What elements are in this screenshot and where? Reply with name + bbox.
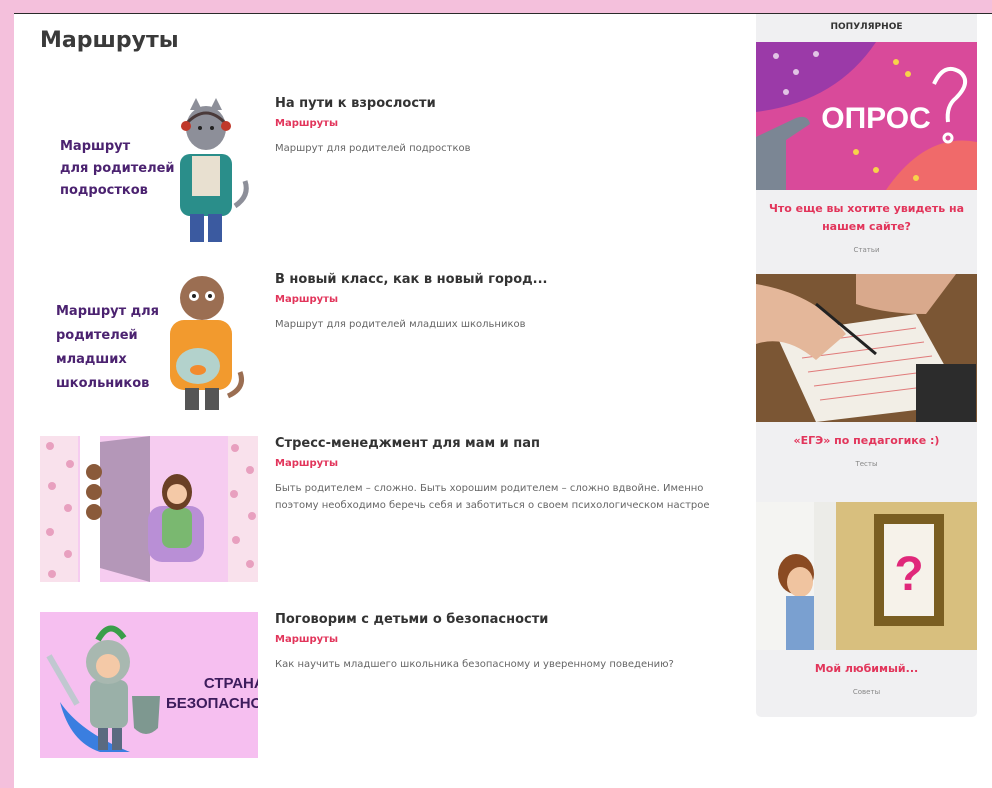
card-image[interactable]: [756, 274, 977, 422]
page-content: Маршруты Маршрут для родителей подростко…: [14, 14, 992, 788]
thumb-line: подростков: [60, 183, 148, 198]
thumb-line: Маршрут для: [56, 304, 160, 319]
popular-card[interactable]: ? Мой любимый... Советы: [756, 502, 977, 717]
card-image-text: ОПРОС: [821, 102, 931, 135]
card-category: Статьи: [853, 246, 880, 254]
article-thumbnail[interactable]: [40, 436, 258, 582]
thumb-line: Маршрут: [60, 139, 131, 154]
article-item[interactable]: Маршрут для родителей младших школьников…: [40, 272, 740, 418]
card-title-link[interactable]: «ЕГЭ» по педагогике :): [756, 432, 977, 450]
card-image[interactable]: ?: [756, 502, 977, 650]
thumb-line: родителей: [56, 328, 138, 343]
card-image-text: ?: [894, 548, 923, 601]
survey-illustration: ОПРОС: [756, 42, 977, 190]
article-description: Как научить младшего школьника безопасно…: [275, 659, 674, 670]
article-title-link[interactable]: В новый класс, как в новый город...: [275, 272, 547, 287]
article-title-link[interactable]: На пути к взрослости: [275, 96, 436, 111]
article-thumbnail[interactable]: Маршрут для родителей младших школьников: [40, 272, 258, 418]
thumb-line: для родителей: [60, 161, 175, 176]
popular-card[interactable]: ОПРОС Что еще вы хотите увидеть на нашем…: [756, 42, 977, 274]
article-description: Маршрут для родителей подростков: [275, 143, 471, 154]
sidebar-heading: ПОПУЛЯРНОЕ: [830, 22, 903, 32]
article-title-link[interactable]: Стресс-менеджмент для мам и пап: [275, 436, 540, 451]
card-image[interactable]: ОПРОС: [756, 42, 977, 190]
thumb-line: младших: [56, 352, 127, 367]
popular-card[interactable]: «ЕГЭ» по педагогике :) Тесты: [756, 274, 977, 488]
mom-in-chair-illustration: [40, 436, 258, 582]
article-category-link[interactable]: Маршруты: [275, 458, 338, 469]
popular-sidebar: ПОПУЛЯРНОЕ ОПРОС Что еще вы хотите увиде…: [756, 14, 977, 717]
article-category-link[interactable]: Маршруты: [275, 294, 338, 305]
article-thumbnail[interactable]: Маршрут для родителей подростков: [40, 96, 258, 242]
article-category-link[interactable]: Маршруты: [275, 634, 338, 645]
thumb-line: БЕЗОПАСНОСТИ: [166, 695, 258, 712]
exam-photo: [756, 274, 977, 422]
card-category: Советы: [852, 688, 881, 696]
article-category-link[interactable]: Маршруты: [275, 118, 338, 129]
page-title: Маршруты: [40, 28, 179, 53]
boy-question-photo: ?: [756, 502, 977, 650]
card-title-link[interactable]: Что еще вы хотите увидеть на нашем сайте…: [756, 200, 977, 236]
article-description: Быть родителем – сложно. Быть хорошим ро…: [275, 483, 710, 511]
article-item[interactable]: Стресс-менеджмент для мам и пап Маршруты…: [40, 436, 740, 582]
card-category: Тесты: [855, 460, 878, 468]
article-title-link[interactable]: Поговорим с детьми о безопасности: [275, 612, 548, 627]
article-thumbnail[interactable]: СТРАНА БЕЗОПАСНОСТИ: [40, 612, 258, 758]
card-title-link[interactable]: Мой любимый...: [756, 660, 977, 678]
article-item[interactable]: СТРАНА БЕЗОПАСНОСТИ Поговорим с детьми о…: [40, 612, 740, 758]
thumb-line: СТРАНА: [203, 675, 258, 692]
article-item[interactable]: Маршрут для родителей подростков На пути…: [40, 96, 740, 242]
thumb-line: школьников: [56, 376, 150, 391]
article-description: Маршрут для родителей младших школьников: [275, 319, 526, 330]
